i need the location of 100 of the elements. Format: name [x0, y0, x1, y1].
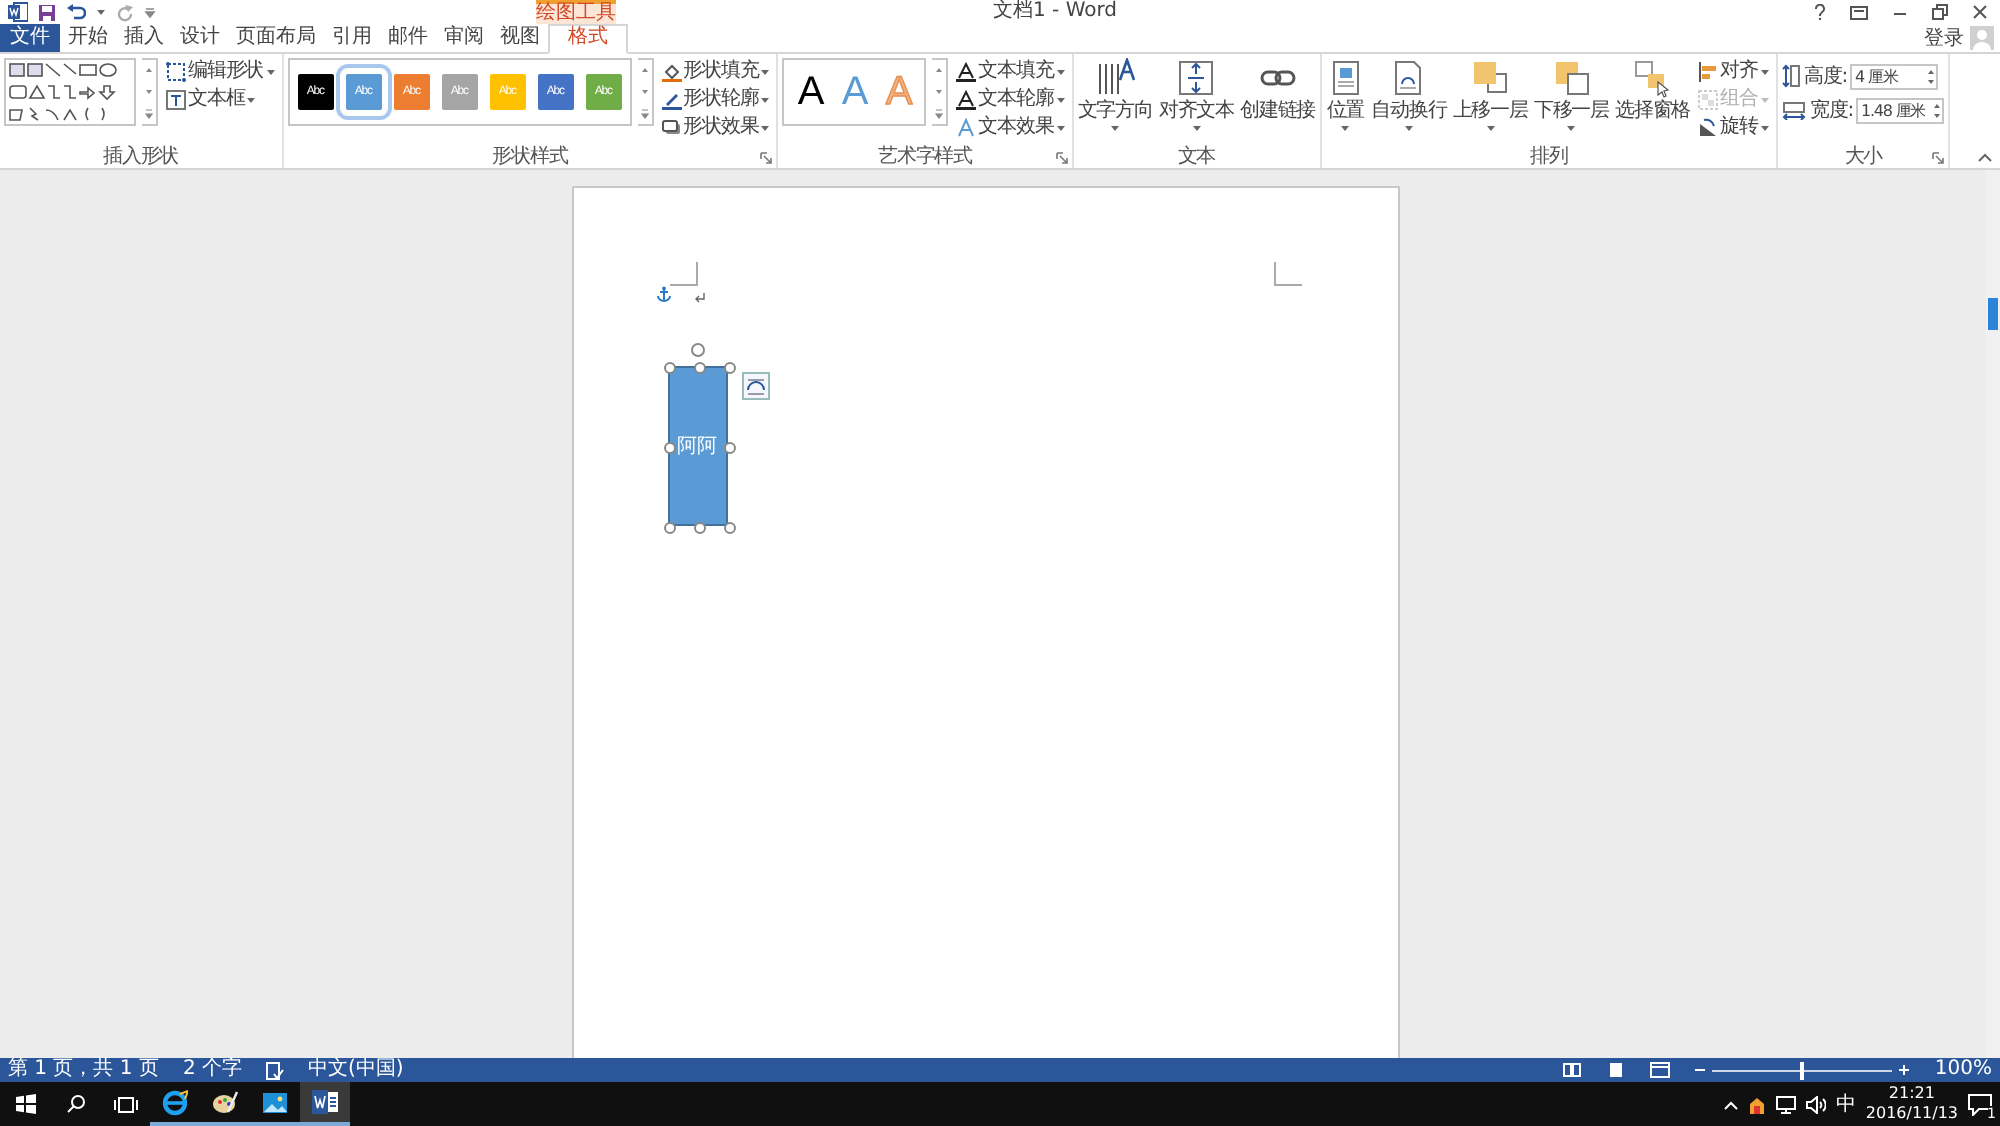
ribbon-command[interactable]: 文本框 — [164, 86, 278, 112]
customize-caret-icon[interactable] — [144, 6, 156, 18]
ribbon-tab[interactable]: 开始 — [60, 24, 116, 52]
command-label: 文本框 — [188, 86, 245, 112]
dialog-launcher-icon[interactable] — [760, 151, 773, 163]
status-text[interactable]: 第 1 页，共 1 页 — [8, 1058, 159, 1082]
word-app-icon[interactable] — [312, 1090, 338, 1114]
vertical-scrollbar[interactable] — [1986, 170, 2000, 1058]
ribbon-command[interactable]: 位置 — [1325, 58, 1366, 132]
word-logo-icon[interactable] — [8, 2, 28, 22]
slider-thumb[interactable] — [1800, 1061, 1805, 1079]
height-icon — [1781, 64, 1800, 88]
notification-icon[interactable] — [1968, 1093, 1992, 1115]
anchor-icon — [655, 286, 671, 302]
ribbon-command[interactable]: 形状轮廓 — [659, 86, 773, 112]
read-mode-icon[interactable] — [1562, 1062, 1583, 1078]
command-label: 形状填充 — [683, 58, 759, 84]
ribbon-command[interactable]: 旋转 — [1696, 114, 1772, 140]
photos-icon[interactable] — [262, 1091, 288, 1113]
ribbon-tab[interactable]: 设计 — [172, 24, 228, 52]
dialog-launcher-icon[interactable] — [1055, 151, 1068, 163]
wordart-sample[interactable]: A — [788, 64, 833, 120]
command-label: 自动换行 — [1371, 100, 1447, 122]
status-text[interactable]: 2 个字 — [182, 1058, 242, 1082]
ribbon-command[interactable]: 选择窗格 — [1614, 58, 1691, 122]
ribbon-command[interactable]: 上移一层 — [1452, 58, 1528, 132]
search-icon[interactable] — [65, 1094, 85, 1114]
size-field[interactable]: 1.48 厘米 — [1856, 97, 1945, 123]
command-label: 对齐文本 — [1158, 100, 1235, 122]
gallery-more-icon[interactable] — [637, 104, 652, 124]
sign-in-link[interactable]: 登录 — [1924, 24, 1964, 52]
zoom-level[interactable]: 100% — [1934, 1058, 1992, 1082]
close-icon[interactable] — [1972, 4, 1988, 20]
command-label: 文本填充 — [978, 58, 1054, 84]
network-icon[interactable] — [1775, 1095, 1796, 1113]
ribbon-command[interactable]: 文本填充 — [954, 58, 1068, 84]
task-view-icon[interactable] — [113, 1095, 137, 1113]
ribbon-tab[interactable]: 引用 — [324, 24, 380, 52]
ribbon-command[interactable]: 文本轮廓 — [954, 86, 1068, 112]
resize-handle[interactable] — [663, 522, 675, 534]
collapse-ribbon-icon[interactable] — [1978, 152, 1992, 162]
ribbon-tab[interactable]: 审阅 — [436, 24, 492, 52]
resize-handle[interactable] — [663, 442, 675, 454]
rotate-handle-icon[interactable] — [689, 342, 705, 358]
ribbon-command[interactable]: 文本效果 — [954, 114, 1068, 140]
ribbon-command[interactable]: 形状填充 — [659, 58, 773, 84]
gallery-more-icon[interactable] — [932, 104, 947, 124]
zoom-out-icon[interactable] — [1694, 1064, 1707, 1076]
paint-bucket-icon — [661, 61, 682, 81]
gallery-more-icon[interactable] — [142, 104, 156, 124]
undo-icon[interactable] — [66, 3, 86, 21]
restore-icon[interactable] — [1932, 4, 1948, 20]
input-method-indicator[interactable]: 中 — [1835, 1090, 1856, 1118]
scrollbar-thumb[interactable] — [1988, 298, 1998, 330]
command-label: 文本轮廓 — [978, 86, 1054, 112]
ribbon-display-icon[interactable] — [1850, 5, 1868, 19]
proofing-icon[interactable] — [266, 1061, 284, 1079]
ribbon-tab[interactable]: 格式 — [548, 24, 628, 54]
command-label: 创建链接 — [1240, 100, 1316, 122]
save-icon[interactable] — [38, 3, 56, 21]
clock-date[interactable]: 2016/11/13 — [1865, 1104, 1958, 1124]
resize-handle[interactable] — [663, 362, 675, 374]
palette-icon[interactable] — [212, 1089, 238, 1115]
dialog-launcher-icon[interactable] — [1932, 151, 1945, 163]
command-label: 编辑形状 — [188, 58, 264, 84]
taskbar-app-button[interactable] — [300, 1082, 350, 1126]
ribbon-command[interactable]: 文字方向 — [1077, 58, 1153, 132]
ribbon-command[interactable]: 对齐 — [1696, 58, 1772, 84]
command-label: 对齐 — [1720, 58, 1758, 84]
ribbon-tab[interactable]: 邮件 — [380, 24, 436, 52]
ribbon-command[interactable]: 自动换行 — [1371, 58, 1447, 132]
resize-handle[interactable] — [723, 522, 735, 534]
web-layout-icon[interactable] — [1650, 1062, 1671, 1078]
ribbon-command[interactable]: 形状效果 — [659, 114, 773, 140]
ribbon-tab[interactable]: 文件 — [0, 24, 60, 52]
volume-icon[interactable] — [1805, 1095, 1826, 1113]
ribbon-command[interactable]: 编辑形状 — [164, 58, 278, 84]
ribbon-command[interactable]: 创建链接 — [1240, 58, 1316, 122]
width-icon — [1781, 101, 1806, 119]
clock-time[interactable]: 21:21 — [1888, 1084, 1935, 1104]
layout-options-icon[interactable] — [741, 372, 769, 400]
spin-buttons-icon[interactable] — [1932, 99, 1943, 121]
zoom-in-icon[interactable] — [1898, 1064, 1911, 1076]
ribbon-tab[interactable]: 视图 — [492, 24, 548, 52]
show-hidden-icons-icon[interactable] — [1723, 1099, 1738, 1109]
group-label: 大小 — [1844, 146, 1883, 168]
ribbon-command[interactable]: 对齐文本 — [1158, 58, 1235, 132]
spin-buttons-icon[interactable] — [1926, 65, 1937, 87]
ribbon-tab[interactable]: 插入 — [116, 24, 172, 52]
print-layout-icon[interactable] — [1606, 1062, 1627, 1078]
size-field[interactable]: 4 厘米 — [1850, 63, 1939, 89]
ribbon-tab[interactable]: 页面布局 — [228, 24, 324, 52]
paragraph-mark-icon — [693, 292, 705, 304]
command-label: 上移一层 — [1452, 100, 1528, 122]
ribbon-command[interactable]: 下移一层 — [1533, 58, 1609, 132]
browser-e-icon[interactable] — [162, 1089, 188, 1115]
help-icon[interactable] — [1814, 4, 1826, 20]
start-icon[interactable] — [15, 1094, 35, 1114]
status-text[interactable]: 中文(中国) — [308, 1058, 404, 1082]
pen-outline-icon — [661, 89, 682, 109]
